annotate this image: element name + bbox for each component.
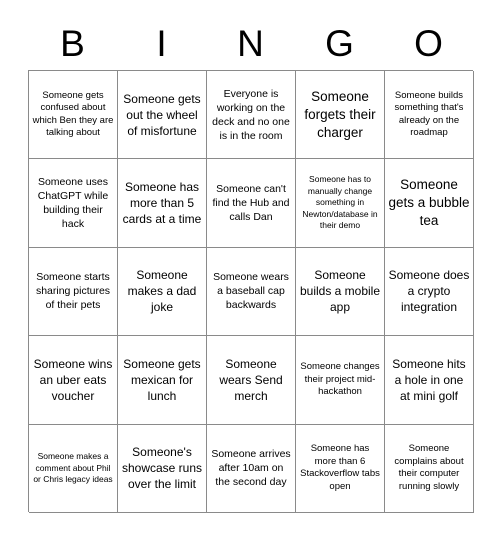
bingo-cell-r5c2[interactable]: Someone's showcase runs over the limit: [118, 424, 207, 513]
header-letter-o: O: [414, 23, 443, 64]
bingo-cell-r2c2[interactable]: Someone has more than 5 cards at a time: [118, 159, 207, 248]
bingo-cell-r2c5[interactable]: Someone gets a bubble tea: [385, 159, 474, 248]
bingo-cell-r1c2[interactable]: Someone gets out the wheel of misfortune: [118, 71, 207, 160]
bingo-cell-text: Someone hits a hole in one at mini golf: [392, 356, 466, 403]
bingo-cell-text: Someone gets out the wheel of misfortune: [123, 91, 201, 138]
bingo-cell-text: Someone makes a dad joke: [127, 268, 197, 315]
bingo-cell-text: Someone has more than 6 Stackoverflow ta…: [300, 443, 380, 492]
bingo-cell-r4c3[interactable]: Someone wears Send merch: [207, 336, 296, 425]
bingo-cell-r3c2[interactable]: Someone makes a dad joke: [118, 247, 207, 337]
bingo-cell-r3c4[interactable]: Someone builds a mobile app: [296, 247, 385, 337]
bingo-cell-r5c3[interactable]: Someone arrives after 10am on the second…: [207, 424, 296, 513]
bingo-cell-r2c4[interactable]: Someone has to manually change something…: [296, 159, 385, 248]
bingo-cell-r4c4[interactable]: Someone changes their project mid-hackat…: [296, 336, 385, 425]
bingo-cell-text: Someone wears Send merch: [219, 356, 283, 403]
bingo-cell-r1c4[interactable]: Someone forgets their charger: [296, 71, 385, 160]
bingo-cell-r1c3[interactable]: Everyone is working on the deck and no o…: [207, 71, 296, 160]
bingo-cell-text: Someone can't find the Hub and calls Dan: [212, 183, 290, 224]
bingo-cell-text: Someone forgets their charger: [304, 88, 376, 140]
bingo-cell-r3c3[interactable]: Someone wears a baseball cap backwards: [207, 247, 296, 337]
bingo-cell-text: Someone does a crypto integration: [388, 268, 470, 315]
bingo-cell-text: Someone starts sharing pictures of their…: [35, 271, 111, 312]
bingo-cell-text: Someone's showcase runs over the limit: [121, 445, 203, 492]
bingo-cell-text: Everyone is working on the deck and no o…: [212, 87, 290, 142]
bingo-cell-text: Someone builds a mobile app: [299, 268, 381, 315]
bingo-cell-r3c1[interactable]: Someone starts sharing pictures of their…: [29, 247, 118, 337]
header-letter-n: N: [237, 23, 264, 64]
bingo-cell-r3c5[interactable]: Someone does a crypto integration: [385, 247, 474, 337]
bingo-header: B I N G O: [28, 18, 473, 70]
bingo-cell-text: Someone changes their project mid-hackat…: [300, 361, 380, 398]
bingo-cell-text: Someone builds something that's already …: [394, 89, 464, 139]
bingo-card: B I N G O Someone gets confused about wh…: [0, 0, 500, 544]
bingo-cell-r1c1[interactable]: Someone gets confused about which Ben th…: [29, 71, 118, 160]
bingo-cell-r5c1[interactable]: Someone makes a comment about Phil or Ch…: [29, 424, 118, 513]
header-letter-g: G: [325, 23, 354, 64]
bingo-cell-r4c2[interactable]: Someone gets mexican for lunch: [118, 336, 207, 425]
bingo-cell-text: Someone complains about their computer r…: [394, 443, 464, 492]
header-letter-i: I: [156, 23, 167, 64]
bingo-cell-r2c3[interactable]: Someone can't find the Hub and calls Dan: [207, 159, 296, 248]
bingo-cell-r4c1[interactable]: Someone wins an uber eats voucher: [29, 336, 118, 425]
bingo-cell-text: Someone has to manually change something…: [302, 174, 378, 231]
header-letter-b: B: [60, 23, 85, 64]
bingo-cell-r5c4[interactable]: Someone has more than 6 Stackoverflow ta…: [296, 424, 385, 513]
bingo-cell-r2c1[interactable]: Someone uses ChatGPT while building thei…: [29, 159, 118, 248]
bingo-cell-text: Someone makes a comment about Phil or Ch…: [33, 451, 113, 484]
bingo-cell-text: Someone gets mexican for lunch: [123, 356, 201, 403]
bingo-cell-text: Someone arrives after 10am on the second…: [211, 448, 291, 489]
bingo-cell-r5c5[interactable]: Someone complains about their computer r…: [385, 424, 474, 513]
bingo-cell-text: Someone gets a bubble tea: [388, 177, 470, 229]
bingo-cell-text: Someone wears a baseball cap backwards: [213, 271, 289, 312]
bingo-cell-text: Someone has more than 5 cards at a time: [122, 180, 202, 227]
bingo-cell-text: Someone gets confused about which Ben th…: [32, 89, 114, 139]
bingo-cell-r1c5[interactable]: Someone builds something that's already …: [385, 71, 474, 160]
bingo-cell-text: Someone wins an uber eats voucher: [33, 356, 113, 403]
bingo-cell-text: Someone uses ChatGPT while building thei…: [37, 176, 109, 231]
bingo-cell-r4c5[interactable]: Someone hits a hole in one at mini golf: [385, 336, 474, 425]
bingo-grid: Someone gets confused about which Ben th…: [28, 70, 474, 513]
